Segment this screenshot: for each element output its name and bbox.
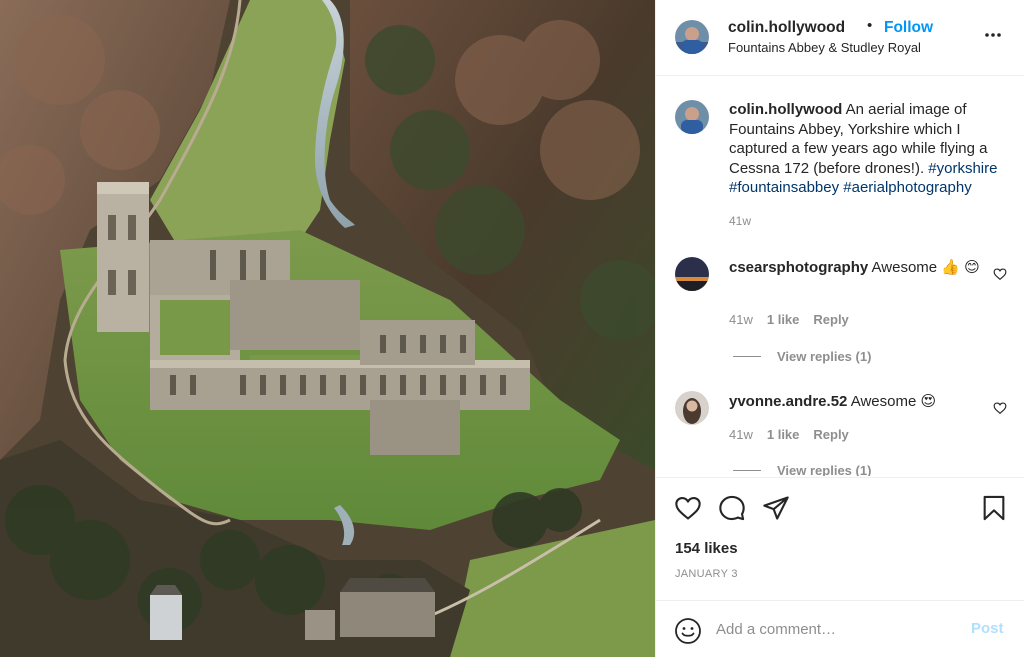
likes-count[interactable]: 154 likes (675, 540, 738, 557)
add-comment-bar: Post (656, 600, 1024, 657)
reply-button[interactable]: Reply (813, 312, 848, 327)
author-avatar[interactable] (675, 20, 709, 54)
comment-text: csearsphotography Awesome 👍 😊 (729, 258, 989, 277)
separator-dot: • (867, 17, 873, 34)
caption: colin.hollywood An aerial image of Fount… (729, 100, 1014, 198)
comment-likes[interactable]: 1 like (767, 427, 800, 442)
comment-body: Awesome 👍 😊 (868, 259, 980, 276)
comment-username[interactable]: csearsphotography (729, 259, 868, 276)
commenter-avatar[interactable] (675, 391, 709, 425)
post-photo[interactable] (0, 0, 655, 657)
instagram-post-view: colin.hollywood • Follow Fountains Abbey… (0, 0, 1024, 657)
comment-meta: 41w 1 like Reply (729, 312, 849, 327)
comment-meta: 41w 1 like Reply (729, 427, 849, 442)
comment-body: Awesome 😍 (847, 393, 937, 410)
emoji-icon[interactable] (674, 617, 702, 645)
follow-button[interactable]: Follow (884, 19, 933, 37)
caption-author-avatar[interactable] (675, 100, 709, 134)
view-replies-button[interactable]: View replies (1) (733, 463, 871, 476)
comments-list[interactable]: colin.hollywood An aerial image of Fount… (656, 77, 1024, 476)
author-username[interactable]: colin.hollywood (728, 19, 845, 37)
hashtag-link[interactable]: #fountainsabbey (729, 179, 839, 196)
aerial-abbey-image (0, 0, 655, 657)
location-link[interactable]: Fountains Abbey & Studley Royal (728, 40, 921, 55)
comment-timestamp[interactable]: 41w (729, 312, 753, 327)
post-header: colin.hollywood • Follow Fountains Abbey… (656, 0, 1024, 76)
heart-icon[interactable] (674, 494, 702, 522)
post-side-panel: colin.hollywood • Follow Fountains Abbey… (655, 0, 1024, 657)
view-replies-label: View replies (1) (777, 349, 872, 364)
post-actions: 154 likes JANUARY 3 (656, 477, 1024, 600)
caption-timestamp[interactable]: 41w (729, 214, 751, 228)
share-icon[interactable] (762, 494, 790, 522)
comment-like-icon[interactable] (993, 267, 1007, 281)
caption-username[interactable]: colin.hollywood (729, 101, 842, 118)
bookmark-icon[interactable] (980, 494, 1008, 522)
view-replies-label: View replies (1) (777, 463, 872, 476)
view-replies-button[interactable]: View replies (1) (733, 349, 871, 364)
reply-button[interactable]: Reply (813, 427, 848, 442)
post-date[interactable]: JANUARY 3 (675, 568, 738, 580)
post-comment-button[interactable]: Post (971, 620, 1004, 637)
comment-icon[interactable] (718, 494, 746, 522)
replies-divider (733, 470, 761, 471)
comment-likes[interactable]: 1 like (767, 312, 800, 327)
comment-text: yvonne.andre.52 Awesome 😍 (729, 392, 989, 411)
more-options-icon[interactable] (983, 25, 1003, 45)
comment-timestamp[interactable]: 41w (729, 427, 753, 442)
commenter-avatar[interactable] (675, 257, 709, 291)
author-avatar-image (675, 20, 709, 54)
comment-input[interactable] (716, 616, 956, 642)
hashtag-link[interactable]: #yorkshire (928, 160, 997, 177)
comment-username[interactable]: yvonne.andre.52 (729, 393, 847, 410)
comment-like-icon[interactable] (993, 401, 1007, 415)
replies-divider (733, 356, 761, 357)
hashtag-link[interactable]: #aerialphotography (843, 179, 971, 196)
